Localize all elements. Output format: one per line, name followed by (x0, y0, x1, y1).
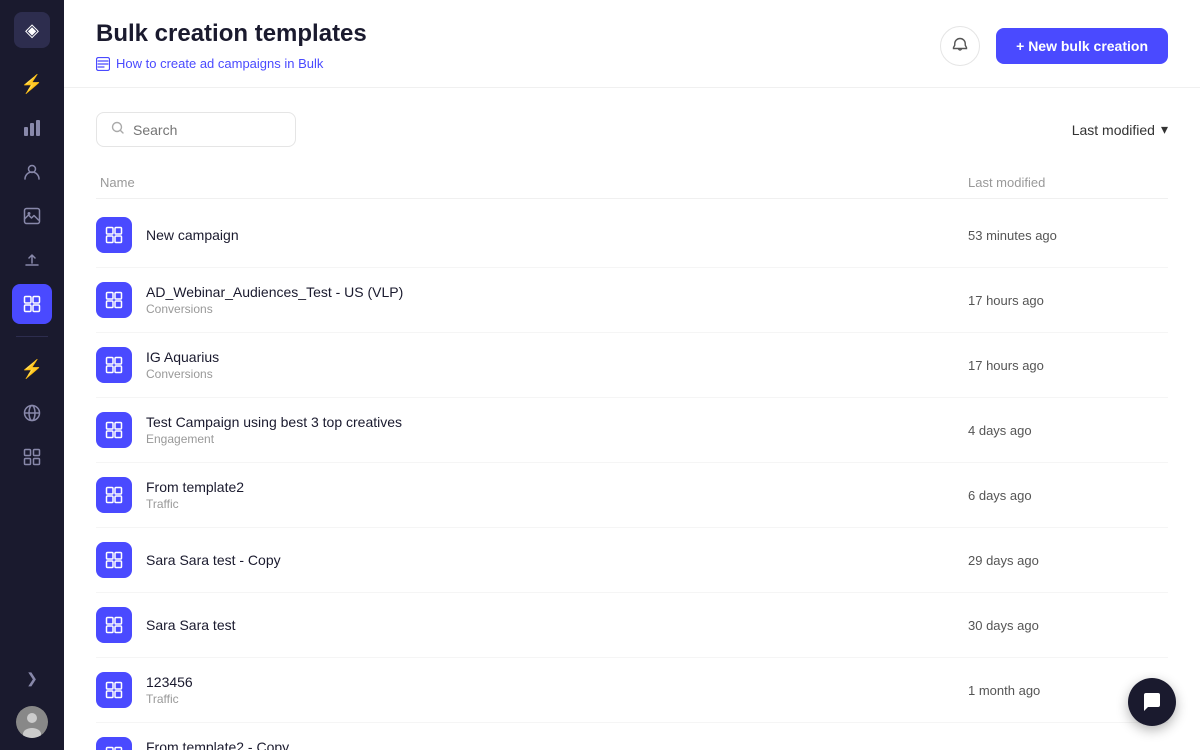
page-header: Bulk creation templates How to create ad… (64, 0, 1200, 88)
row-info: Sara Sara test (146, 617, 968, 633)
sidebar-item-lightning[interactable]: ⚡ (12, 64, 52, 104)
user-avatar[interactable] (16, 706, 48, 738)
row-name: New campaign (146, 227, 968, 243)
sidebar-item-audience[interactable] (12, 152, 52, 192)
content-area: Last modified ▾ Name Last modified New c… (64, 88, 1200, 750)
table-row[interactable]: Test Campaign using best 3 top creatives… (96, 398, 1168, 463)
table-row[interactable]: New campaign 53 minutes ago (96, 203, 1168, 268)
new-bulk-button[interactable]: + New bulk creation (996, 28, 1168, 64)
sidebar-item-bulk[interactable] (12, 284, 52, 324)
row-modified-time: 30 days ago (968, 618, 1168, 633)
sidebar-item-upload[interactable] (12, 240, 52, 280)
row-modified-time: 17 hours ago (968, 293, 1168, 308)
table-row[interactable]: 123456 Traffic 1 month ago (96, 658, 1168, 723)
sidebar: ◈ ⚡ ⚡ ❯ (0, 0, 64, 750)
row-icon (96, 412, 132, 448)
row-info: Test Campaign using best 3 top creatives… (146, 414, 968, 446)
row-icon (96, 477, 132, 513)
row-info: AD_Webinar_Audiences_Test - US (VLP) Con… (146, 284, 968, 316)
help-link-text: How to create ad campaigns in Bulk (116, 56, 323, 71)
search-icon (111, 121, 125, 138)
table-row[interactable]: From template2 Traffic 6 days ago (96, 463, 1168, 528)
row-icon (96, 217, 132, 253)
sidebar-item-lightning2[interactable]: ⚡ (12, 349, 52, 389)
help-link[interactable]: How to create ad campaigns in Bulk (96, 56, 367, 71)
row-icon (96, 607, 132, 643)
row-name: Sara Sara test (146, 617, 968, 633)
row-sub: Conversions (146, 302, 968, 316)
header-right: + New bulk creation (940, 26, 1168, 66)
table-row[interactable]: Sara Sara test 30 days ago (96, 593, 1168, 658)
col-modified-header: Last modified (968, 175, 1168, 190)
sidebar-divider (16, 336, 48, 337)
row-info: IG Aquarius Conversions (146, 349, 968, 381)
row-sub: Traffic (146, 497, 968, 511)
row-icon (96, 347, 132, 383)
row-name: From template2 - Copy (146, 739, 968, 750)
row-modified-time: 17 hours ago (968, 358, 1168, 373)
table-row[interactable]: IG Aquarius Conversions 17 hours ago (96, 333, 1168, 398)
sidebar-bottom: ❯ (12, 658, 52, 738)
row-sub: Engagement (146, 432, 968, 446)
col-name-header: Name (96, 175, 968, 190)
logo-icon: ◈ (25, 20, 39, 41)
row-modified-time: 4 days ago (968, 423, 1168, 438)
row-icon (96, 737, 132, 750)
sidebar-item-globe[interactable] (12, 393, 52, 433)
sort-button[interactable]: Last modified ▾ (1072, 121, 1168, 138)
row-modified-time: 29 days ago (968, 553, 1168, 568)
row-name: Sara Sara test - Copy (146, 552, 968, 568)
row-info: New campaign (146, 227, 968, 243)
row-icon (96, 542, 132, 578)
row-modified-time: 6 days ago (968, 488, 1168, 503)
chat-button[interactable] (1128, 678, 1176, 726)
table-row[interactable]: AD_Webinar_Audiences_Test - US (VLP) Con… (96, 268, 1168, 333)
table-row[interactable]: Sara Sara test - Copy 29 days ago (96, 528, 1168, 593)
row-name: IG Aquarius (146, 349, 968, 365)
sidebar-item-creative[interactable] (12, 196, 52, 236)
table-row[interactable]: From template2 - Copy Reach 2 months ago (96, 723, 1168, 750)
search-box[interactable] (96, 112, 296, 147)
row-info: 123456 Traffic (146, 674, 968, 706)
toolbar: Last modified ▾ (96, 112, 1168, 147)
row-info: From template2 - Copy Reach (146, 739, 968, 750)
header-left: Bulk creation templates How to create ad… (96, 20, 367, 71)
row-icon (96, 282, 132, 318)
sidebar-item-apps[interactable] (12, 437, 52, 477)
sidebar-item-chart[interactable] (12, 108, 52, 148)
row-sub: Conversions (146, 367, 968, 381)
sidebar-collapse-btn[interactable]: ❯ (12, 658, 52, 698)
row-name: 123456 (146, 674, 968, 690)
search-input[interactable] (133, 122, 273, 138)
row-icon (96, 672, 132, 708)
row-name: Test Campaign using best 3 top creatives (146, 414, 968, 430)
main-content: Bulk creation templates How to create ad… (64, 0, 1200, 750)
row-name: AD_Webinar_Audiences_Test - US (VLP) (146, 284, 968, 300)
notification-button[interactable] (940, 26, 980, 66)
row-name: From template2 (146, 479, 968, 495)
table-header: Name Last modified (96, 167, 1168, 199)
sort-label: Last modified (1072, 122, 1155, 138)
row-info: From template2 Traffic (146, 479, 968, 511)
app-logo[interactable]: ◈ (14, 12, 50, 48)
sort-chevron-icon: ▾ (1161, 121, 1168, 138)
row-info: Sara Sara test - Copy (146, 552, 968, 568)
row-sub: Traffic (146, 692, 968, 706)
table-body: New campaign 53 minutes ago AD_Webinar_A… (96, 203, 1168, 750)
page-title: Bulk creation templates (96, 20, 367, 48)
row-modified-time: 53 minutes ago (968, 228, 1168, 243)
